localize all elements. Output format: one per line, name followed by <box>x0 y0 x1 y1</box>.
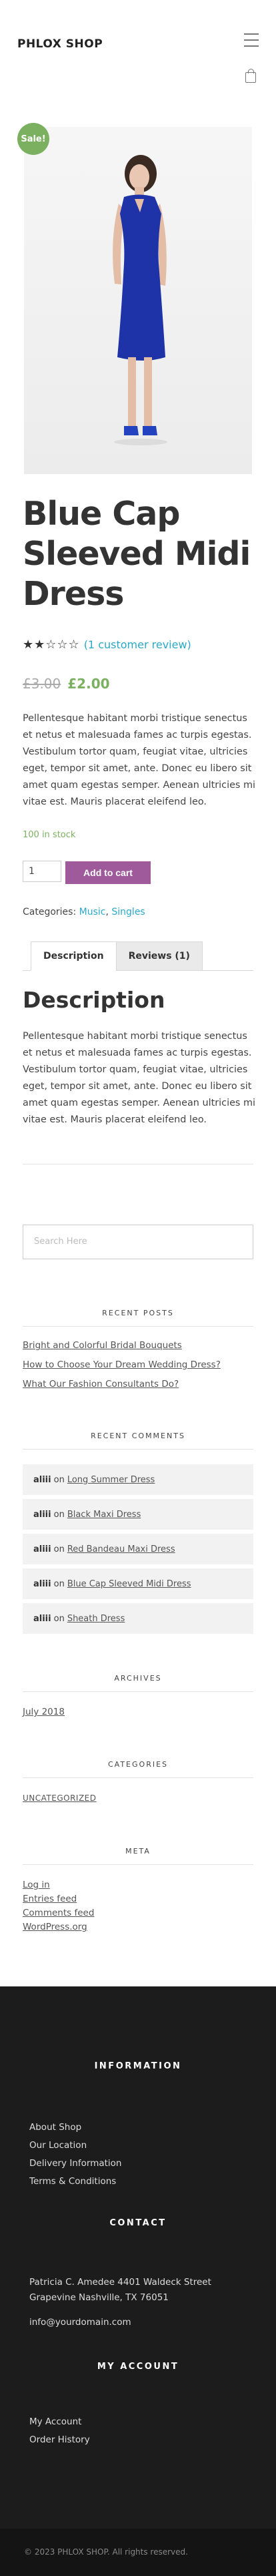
add-to-cart-button[interactable]: Add to cart <box>65 861 151 884</box>
comment-post-link[interactable]: Red Bandeau Maxi Dress <box>67 1544 175 1554</box>
site-header: PHLOX SHOP <box>0 0 276 87</box>
recent-comment-item: aliii on Sheath Dress <box>23 1603 253 1634</box>
recent-posts-title: RECENT POSTS <box>102 1309 174 1317</box>
footer-email-link[interactable]: info@yourdomain.com <box>29 2317 131 2328</box>
footer-link[interactable]: Delivery Information <box>29 2158 121 2169</box>
recent-comment-item: aliii on Blue Cap Sleeved Midi Dress <box>23 1568 253 1599</box>
recent-comment-item: aliii on Long Summer Dress <box>23 1464 253 1495</box>
recent-post-link[interactable]: Bright and Colorful Bridal Bouquets <box>23 1340 182 1351</box>
widget-divider <box>23 1691 253 1692</box>
meta-link-login[interactable]: Log in <box>23 1880 50 1890</box>
footer-account-title: MY ACCOUNT <box>97 2362 179 2372</box>
comment-post-link[interactable]: Black Maxi Dress <box>67 1510 141 1520</box>
meta-link-wordpress[interactable]: WordPress.org <box>23 1922 87 1932</box>
widget-divider <box>23 1449 253 1450</box>
comment-post-link[interactable]: Long Summer Dress <box>67 1475 155 1485</box>
recent-comment-item: aliii on Black Maxi Dress <box>23 1499 253 1530</box>
tab-description[interactable]: Description <box>31 941 117 971</box>
stock-status: 100 in stock <box>23 830 76 840</box>
footer-address-line: Patricia C. Amedee 4401 Waldeck Street <box>29 2277 211 2288</box>
categories-title: CATEGORIES <box>107 1760 169 1769</box>
comment-post-link[interactable]: Blue Cap Sleeved Midi Dress <box>67 1579 191 1589</box>
recent-comments-title: RECENT COMMENTS <box>91 1432 185 1440</box>
sale-price: £2.00 <box>67 676 110 692</box>
category-link-music[interactable]: Music <box>79 907 106 917</box>
comment-post-link[interactable]: Sheath Dress <box>67 1614 125 1624</box>
footer-contact-title: CONTACT <box>109 2218 167 2228</box>
footer-link[interactable]: Order History <box>29 2434 90 2445</box>
description-heading: Description <box>23 987 165 1013</box>
dress-model-illustration <box>113 155 167 445</box>
category-link[interactable]: UNCATEGORIZED <box>23 1793 97 1803</box>
short-description: Pellentesque habitant morbi tristique se… <box>23 713 256 807</box>
meta-title: META <box>125 1847 151 1856</box>
product-price: £3.00 £2.00 <box>23 676 110 692</box>
site-logo[interactable]: PHLOX SHOP <box>17 37 103 51</box>
shopping-bag-icon[interactable] <box>245 69 256 83</box>
quantity-input[interactable]: 1 <box>23 861 61 882</box>
recent-post-link[interactable]: How to Choose Your Dream Wedding Dress? <box>23 1359 221 1370</box>
recent-comment-item: aliii on Red Bandeau Maxi Dress <box>23 1534 253 1564</box>
product-tabs: Description Reviews (1) <box>31 941 203 971</box>
product-page: PHLOX SHOP Sale! Blue Cap Sleeved Midi D… <box>0 0 276 2576</box>
product-title: Blue Cap Sleeved Midi Dress <box>23 495 251 613</box>
footer-link[interactable]: My Account <box>29 2416 81 2427</box>
footer-link[interactable]: Terms & Conditions <box>29 2176 116 2187</box>
archive-link[interactable]: July 2018 <box>23 1707 65 1717</box>
copyright-text: © 2023 PHLOX SHOP. All rights reserved. <box>24 2547 188 2557</box>
search-input[interactable]: Search Here <box>23 1225 253 1259</box>
customer-review-link[interactable]: (1 customer review) <box>84 638 191 651</box>
category-link-singles[interactable]: Singles <box>111 907 145 917</box>
widget-divider <box>23 1777 253 1778</box>
hamburger-menu-icon[interactable] <box>244 33 259 47</box>
footer-address-line: Grapevine Nashville, TX 76051 <box>29 2292 169 2303</box>
footer-information-title: INFORMATION <box>94 2061 182 2071</box>
footer-link[interactable]: Our Location <box>29 2140 87 2151</box>
archives-title: ARCHIVES <box>114 1674 162 1683</box>
recent-post-link[interactable]: What Our Fashion Consultants Do? <box>23 1379 179 1389</box>
old-price: £3.00 <box>23 676 61 692</box>
widget-divider <box>23 1864 253 1865</box>
tab-reviews[interactable]: Reviews (1) <box>115 941 203 971</box>
meta-link-entries-feed[interactable]: Entries feed <box>23 1894 77 1904</box>
footer-link[interactable]: About Shop <box>29 2122 81 2133</box>
sale-badge: Sale! <box>17 123 49 155</box>
star-rating-icon: ★★☆☆☆ <box>23 638 80 652</box>
product-image[interactable] <box>24 127 252 474</box>
description-body: Pellentesque habitant morbi tristique se… <box>23 1031 256 1125</box>
meta-link-comments-feed[interactable]: Comments feed <box>23 1908 94 1918</box>
widget-divider <box>23 1326 253 1327</box>
product-categories: Categories: Music, Singles <box>23 907 145 917</box>
product-rating: ★★☆☆☆ (1 customer review) <box>23 638 191 652</box>
